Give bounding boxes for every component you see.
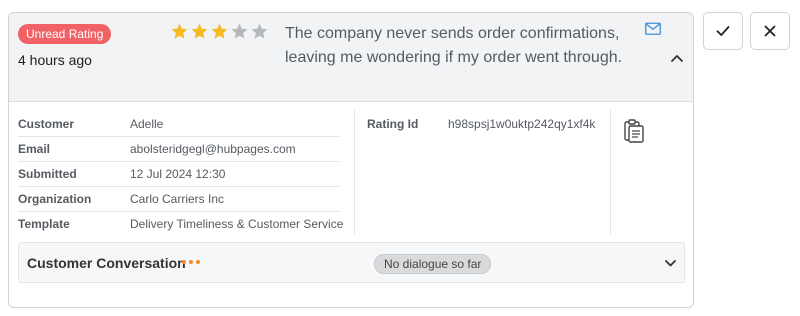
details-label: Email bbox=[18, 142, 51, 156]
unread-rating-badge: Unread Rating bbox=[18, 24, 112, 44]
chevron-up-icon[interactable] bbox=[670, 53, 684, 63]
column-divider bbox=[354, 110, 355, 234]
details-value: abolsteridgegl@hubpages.com bbox=[130, 142, 296, 156]
dismiss-button[interactable] bbox=[750, 12, 790, 50]
rating-id-value: h98spsj1w0uktp242qy1xf4k bbox=[448, 117, 596, 131]
conversation-status-badge: No dialogue so far bbox=[374, 254, 492, 274]
star-icon bbox=[251, 23, 268, 39]
clipboard-icon[interactable] bbox=[624, 119, 644, 143]
customer-conversation-panel[interactable]: Customer Conversation No dialogue so far bbox=[18, 242, 685, 283]
details-value: Adelle bbox=[130, 117, 164, 131]
more-dots-icon bbox=[182, 260, 200, 264]
mail-icon[interactable] bbox=[645, 22, 661, 36]
details-row-template: Template Delivery Timeliness & Customer … bbox=[18, 212, 344, 237]
rating-card-header[interactable]: Unread Rating 4 hours ago The company ne… bbox=[9, 13, 693, 102]
details-value: Delivery Timeliness & Customer Service bbox=[130, 217, 344, 231]
star-icon bbox=[231, 23, 248, 39]
check-icon bbox=[716, 26, 730, 36]
details-label: Customer bbox=[18, 117, 75, 131]
approve-button[interactable] bbox=[703, 12, 743, 50]
star-icon bbox=[171, 23, 188, 39]
details-table: Customer Adelle Email abolsteridgegl@hub… bbox=[18, 112, 344, 237]
chevron-down-icon[interactable] bbox=[664, 259, 677, 268]
star-icon bbox=[191, 23, 208, 39]
star-icon bbox=[211, 23, 228, 39]
time-ago: 4 hours ago bbox=[18, 52, 92, 68]
conversation-title: Customer Conversation bbox=[27, 255, 186, 271]
review-text: The company never sends order confirmati… bbox=[285, 25, 623, 66]
close-icon bbox=[764, 25, 776, 37]
column-divider bbox=[610, 110, 611, 234]
details-row-submitted: Submitted 12 Jul 2024 12:30 bbox=[18, 162, 340, 187]
details-label: Organization bbox=[18, 192, 92, 206]
details-value: Carlo Carriers Inc bbox=[130, 192, 225, 206]
rating-id-label: Rating Id bbox=[367, 117, 419, 131]
details-row-email: Email abolsteridgegl@hubpages.com bbox=[18, 137, 340, 162]
details-label: Template bbox=[18, 217, 70, 231]
details-row-customer: Customer Adelle bbox=[18, 112, 340, 137]
details-label: Submitted bbox=[18, 167, 77, 181]
details-value: 12 Jul 2024 12:30 bbox=[130, 167, 226, 181]
details-row-organization: Organization Carlo Carriers Inc bbox=[18, 187, 340, 212]
rating-card: Unread Rating 4 hours ago The company ne… bbox=[8, 12, 694, 308]
star-rating bbox=[170, 22, 269, 41]
